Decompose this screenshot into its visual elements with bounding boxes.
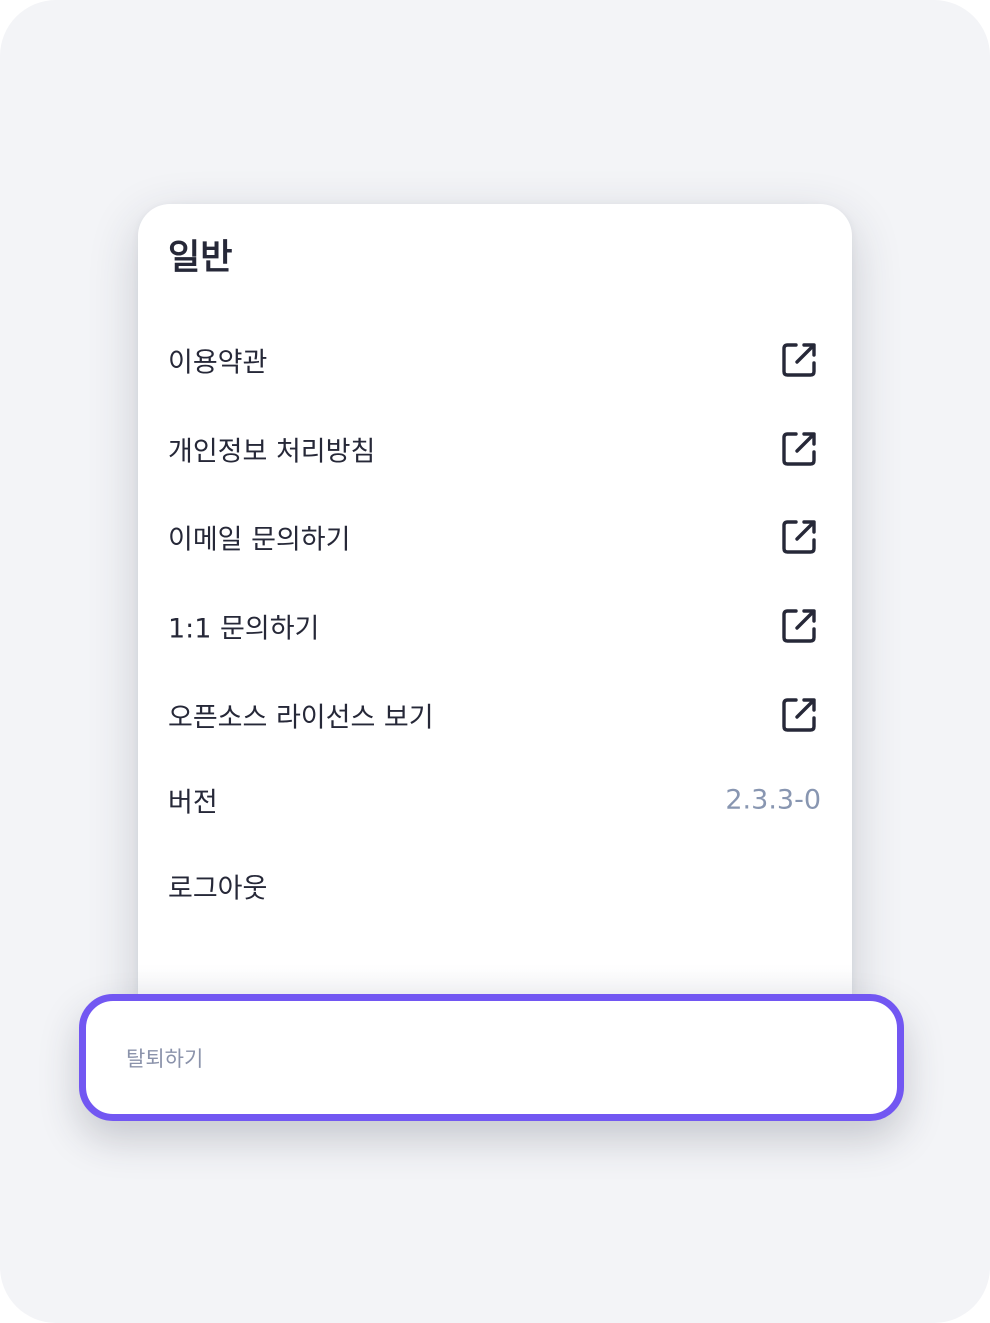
menu-item-email-inquiry[interactable]: 이메일 문의하기	[138, 493, 852, 581]
settings-card: 일반 이용약관 개인정보 처리방침 이메일 문의하기 1:1 문의하기 오픈소스…	[138, 204, 852, 1034]
menu-item-label: 로그아웃	[168, 873, 268, 905]
external-link-icon	[782, 698, 816, 732]
menu-item-one-on-one[interactable]: 1:1 문의하기	[138, 582, 852, 670]
menu-item-label: 1:1 문의하기	[168, 613, 320, 645]
menu-item-label: 버전	[168, 787, 218, 819]
withdraw-label: 탈퇴하기	[126, 1046, 204, 1071]
external-link-icon	[782, 432, 816, 466]
external-link-icon	[782, 520, 816, 554]
menu-item-version: 버전 2.3.3-0	[138, 756, 852, 844]
menu-item-label: 이메일 문의하기	[168, 524, 351, 556]
menu-item-licenses[interactable]: 오픈소스 라이선스 보기	[138, 671, 852, 759]
external-link-icon	[782, 343, 816, 377]
menu-item-privacy[interactable]: 개인정보 처리방침	[138, 405, 852, 493]
version-value: 2.3.3-0	[725, 784, 821, 816]
menu-item-logout[interactable]: 로그아웃	[138, 842, 852, 930]
withdraw-button[interactable]: 탈퇴하기	[79, 994, 904, 1121]
screen-background: 일반 이용약관 개인정보 처리방침 이메일 문의하기 1:1 문의하기 오픈소스…	[0, 0, 990, 1323]
external-link-icon	[782, 609, 816, 643]
menu-item-label: 이용약관	[168, 347, 268, 379]
menu-item-label: 오픈소스 라이선스 보기	[168, 702, 434, 734]
section-title: 일반	[168, 238, 233, 278]
menu-item-terms[interactable]: 이용약관	[138, 316, 852, 404]
menu-item-label: 개인정보 처리방침	[168, 436, 376, 468]
